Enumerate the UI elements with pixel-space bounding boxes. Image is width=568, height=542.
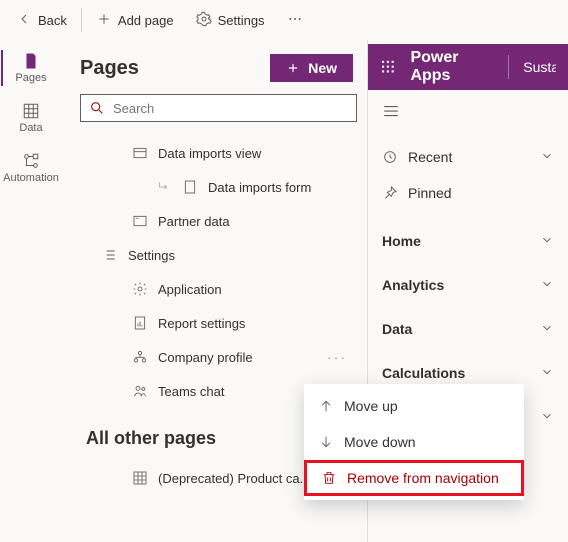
subbrand-label: Susta: [523, 59, 556, 75]
search-icon: [89, 100, 105, 116]
nav-section-label: Calculations: [382, 365, 465, 381]
form-icon: [182, 179, 198, 195]
tree-node-partner-data[interactable]: Partner data: [80, 204, 357, 238]
view-icon: [132, 145, 148, 161]
grid-icon: [132, 470, 148, 486]
ctx-move-down-label: Move down: [344, 434, 416, 450]
tree-node-company-profile[interactable]: Company profile ···: [80, 340, 357, 374]
leftnav-automation[interactable]: Automation: [6, 148, 56, 188]
tree-node-data-imports-form[interactable]: Data imports form: [80, 170, 357, 204]
list-icon: [102, 247, 118, 263]
more-horizontal-icon: [287, 11, 303, 30]
left-rail: Pages Data Automation: [0, 40, 62, 542]
nav-recent[interactable]: Recent: [382, 139, 554, 175]
chevron-down-icon: [540, 149, 554, 166]
back-button[interactable]: Back: [8, 7, 75, 34]
search-box[interactable]: [80, 94, 357, 122]
gear-icon: [196, 11, 212, 30]
webpage-icon: [132, 213, 148, 229]
tree-node-label: Data imports form: [208, 180, 347, 195]
nav-section-home[interactable]: Home: [382, 221, 554, 261]
leftnav-automation-label: Automation: [3, 172, 59, 184]
pin-icon: [382, 185, 398, 201]
chevron-down-icon: [540, 277, 554, 294]
app-header: Power Apps Susta: [368, 44, 568, 90]
chevron-down-icon: [540, 409, 554, 426]
waffle-icon[interactable]: [380, 58, 396, 76]
back-label: Back: [38, 13, 67, 28]
brand-label: Power Apps: [410, 49, 494, 85]
tree-node-label: Partner data: [158, 214, 347, 229]
chevron-down-icon: [540, 321, 554, 338]
nav-recent-label: Recent: [408, 149, 452, 165]
tree-node-label: Company profile: [158, 350, 317, 365]
new-label: New: [308, 60, 337, 76]
nav-section-label: Analytics: [382, 277, 444, 293]
leftnav-pages-label: Pages: [15, 72, 46, 84]
new-button[interactable]: New: [270, 54, 353, 82]
arrow-left-icon: [16, 11, 32, 30]
page-icon: [22, 52, 40, 70]
org-icon: [132, 349, 148, 365]
hamburger-icon: [382, 102, 400, 120]
chevron-down-icon: [540, 365, 554, 382]
arrow-down-icon: [318, 434, 334, 450]
nav-section-data[interactable]: Data: [382, 309, 554, 349]
clock-icon: [382, 149, 398, 165]
context-menu: Move up Move down Remove from navigation: [304, 384, 524, 500]
settings-button[interactable]: Settings: [188, 7, 273, 34]
leftnav-data-label: Data: [19, 122, 42, 134]
search-input[interactable]: [113, 101, 348, 116]
nav-section-label: Home: [382, 233, 421, 249]
more-button[interactable]: [279, 7, 311, 34]
ctx-move-down[interactable]: Move down: [304, 424, 524, 460]
ctx-move-up-label: Move up: [344, 398, 398, 414]
nav-section-label: Data: [382, 321, 412, 337]
arrow-corner-icon: [156, 179, 172, 195]
divider: [81, 8, 82, 32]
tree-node-report-settings[interactable]: Report settings: [80, 306, 357, 340]
pages-title: Pages: [80, 57, 139, 80]
tree-node-settings[interactable]: Settings: [80, 238, 357, 272]
nav-pinned[interactable]: Pinned: [382, 175, 554, 211]
tree-node-application[interactable]: Application: [80, 272, 357, 306]
leftnav-pages[interactable]: Pages: [6, 48, 56, 88]
hamburger-button[interactable]: [382, 102, 554, 123]
leftnav-data[interactable]: Data: [6, 98, 56, 138]
report-icon: [132, 315, 148, 331]
grid-icon: [22, 102, 40, 120]
ctx-remove-label: Remove from navigation: [347, 470, 499, 486]
chevron-down-icon: [540, 233, 554, 250]
flow-icon: [22, 152, 40, 170]
tree-node-label: Data imports view: [158, 146, 347, 161]
tree-node-data-imports-view[interactable]: Data imports view: [80, 136, 357, 170]
tree-node-label: Report settings: [158, 316, 347, 331]
arrow-up-icon: [318, 398, 334, 414]
teams-icon: [132, 383, 148, 399]
nav-section-analytics[interactable]: Analytics: [382, 265, 554, 305]
add-page-label: Add page: [118, 13, 174, 28]
node-more-button[interactable]: ···: [327, 349, 347, 365]
top-command-bar: Back Add page Settings: [0, 0, 568, 40]
ctx-remove-from-nav[interactable]: Remove from navigation: [304, 460, 524, 496]
plus-icon: [286, 61, 300, 75]
tree-node-label: Settings: [128, 248, 347, 263]
plus-icon: [96, 11, 112, 30]
add-page-button[interactable]: Add page: [88, 7, 182, 34]
tree-node-label: Application: [158, 282, 347, 297]
nav-pinned-label: Pinned: [408, 185, 452, 201]
ctx-move-up[interactable]: Move up: [304, 388, 524, 424]
gear-icon: [132, 281, 148, 297]
trash-icon: [321, 470, 337, 486]
divider: [508, 55, 509, 79]
settings-label: Settings: [218, 13, 265, 28]
